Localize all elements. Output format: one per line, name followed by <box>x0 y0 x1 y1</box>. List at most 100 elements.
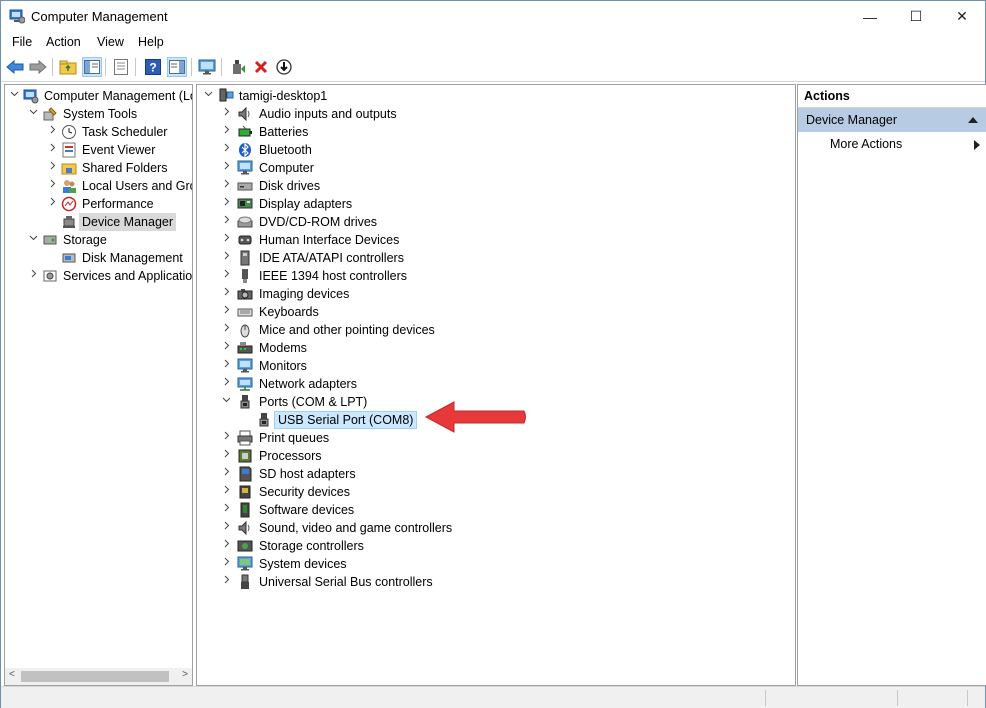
chevron-down-icon[interactable] <box>28 105 38 123</box>
chevron-right-icon[interactable] <box>221 519 231 537</box>
horizontal-scrollbar[interactable]: < > <box>5 668 192 685</box>
device-category-item[interactable]: IDE ATA/ATAPI controllers <box>197 249 795 267</box>
chevron-right-icon[interactable] <box>221 213 231 231</box>
chevron-right-icon[interactable] <box>221 555 231 573</box>
device-tree-root[interactable]: tamigi-desktop1 <box>197 87 795 105</box>
device-category-item[interactable]: DVD/CD-ROM drives <box>197 213 795 231</box>
chevron-down-icon[interactable] <box>221 393 231 411</box>
device-category-item[interactable]: IEEE 1394 host controllers <box>197 267 795 285</box>
back-arrow-icon[interactable] <box>5 57 25 77</box>
chevron-right-icon[interactable] <box>221 537 231 555</box>
chevron-right-icon[interactable] <box>221 321 231 339</box>
update-driver-icon[interactable] <box>228 57 248 77</box>
close-button[interactable]: ✕ <box>939 1 985 32</box>
device-category-item[interactable]: Batteries <box>197 123 795 141</box>
chevron-right-icon[interactable] <box>47 177 57 195</box>
collapse-up-icon[interactable] <box>968 117 978 123</box>
menu-help[interactable]: Help <box>136 35 166 49</box>
device-category-item[interactable]: Mice and other pointing devices <box>197 321 795 339</box>
device-category-item[interactable]: System devices <box>197 555 795 573</box>
chevron-right-icon[interactable] <box>47 141 57 159</box>
chevron-right-icon[interactable] <box>221 195 231 213</box>
chevron-right-icon[interactable] <box>221 447 231 465</box>
device-category-label: Sound, video and game controllers <box>259 521 453 535</box>
chevron-right-icon[interactable] <box>221 231 231 249</box>
device-category-item[interactable]: Modems <box>197 339 795 357</box>
console-tree-item[interactable]: Local Users and Groups <box>5 177 192 195</box>
device-category-item[interactable]: Security devices <box>197 483 795 501</box>
menu-action[interactable]: Action <box>44 35 83 49</box>
chevron-right-icon[interactable] <box>221 357 231 375</box>
console-tree-item-label: Performance <box>82 197 154 211</box>
console-tree-item[interactable]: Storage <box>5 231 192 249</box>
menu-view[interactable]: View <box>95 35 126 49</box>
device-category-item[interactable]: Display adapters <box>197 195 795 213</box>
properties-icon[interactable] <box>111 57 131 77</box>
chevron-right-icon[interactable] <box>47 195 57 213</box>
chevron-right-icon[interactable] <box>221 159 231 177</box>
device-category-item[interactable]: Universal Serial Bus controllers <box>197 573 795 591</box>
chevron-right-icon[interactable] <box>221 303 231 321</box>
device-category-item[interactable]: SD host adapters <box>197 465 795 483</box>
device-category-item[interactable]: Audio inputs and outputs <box>197 105 795 123</box>
chevron-right-icon[interactable] <box>47 159 57 177</box>
device-category-item[interactable]: Processors <box>197 447 795 465</box>
scroll-left-icon[interactable]: < <box>9 669 15 680</box>
console-tree-item[interactable]: Device Manager <box>5 213 192 231</box>
chevron-right-icon[interactable] <box>221 375 231 393</box>
menu-file[interactable]: File <box>10 35 34 49</box>
scrollbar-thumb[interactable] <box>21 671 169 682</box>
chevron-down-icon[interactable] <box>28 231 38 249</box>
chevron-right-icon[interactable] <box>47 123 57 141</box>
up-folder-icon[interactable] <box>58 57 78 77</box>
device-category-item[interactable]: Disk drives <box>197 177 795 195</box>
chevron-right-icon[interactable] <box>221 123 231 141</box>
console-tree-item[interactable]: Event Viewer <box>5 141 192 159</box>
device-category-item[interactable]: Keyboards <box>197 303 795 321</box>
chevron-right-icon[interactable] <box>28 267 38 285</box>
action-pane-icon[interactable] <box>167 57 187 77</box>
device-category-item[interactable]: Computer <box>197 159 795 177</box>
forward-arrow-icon[interactable] <box>28 57 48 77</box>
device-category-item[interactable]: Sound, video and game controllers <box>197 519 795 537</box>
chevron-right-icon[interactable] <box>221 501 231 519</box>
show-hide-tree-icon[interactable] <box>82 57 102 77</box>
console-tree-item[interactable]: Services and Applications <box>5 267 192 285</box>
help-icon[interactable]: ? <box>143 57 163 77</box>
device-category-item[interactable]: Imaging devices <box>197 285 795 303</box>
minimize-button[interactable]: — <box>847 1 893 32</box>
chevron-right-icon[interactable] <box>221 429 231 447</box>
device-category-item[interactable]: Storage controllers <box>197 537 795 555</box>
more-actions-item[interactable]: More Actions <box>798 133 986 155</box>
chevron-right-icon[interactable] <box>221 177 231 195</box>
disable-device-icon[interactable] <box>274 57 294 77</box>
chevron-right-icon[interactable] <box>221 573 231 591</box>
device-category-item[interactable]: Network adapters <box>197 375 795 393</box>
console-tree-item[interactable]: System Tools <box>5 105 192 123</box>
chevron-right-icon[interactable] <box>221 249 231 267</box>
uninstall-icon[interactable] <box>251 57 271 77</box>
chevron-right-icon[interactable] <box>221 285 231 303</box>
chevron-right-icon[interactable] <box>221 465 231 483</box>
device-category-item[interactable]: Monitors <box>197 357 795 375</box>
console-tree-item[interactable]: Computer Management (Local <box>5 87 192 105</box>
device-category-item[interactable]: Bluetooth <box>197 141 795 159</box>
console-tree-item[interactable]: Performance <box>5 195 192 213</box>
scroll-right-icon[interactable]: > <box>182 669 188 680</box>
device-category-item[interactable]: Human Interface Devices <box>197 231 795 249</box>
console-tree-item[interactable]: Task Scheduler <box>5 123 192 141</box>
actions-section-device-manager[interactable]: Device Manager <box>798 108 986 132</box>
chevron-down-icon[interactable] <box>9 87 19 105</box>
console-tree-item[interactable]: Shared Folders <box>5 159 192 177</box>
chevron-right-icon[interactable] <box>221 483 231 501</box>
chevron-right-icon[interactable] <box>221 267 231 285</box>
chevron-down-icon[interactable] <box>203 87 213 105</box>
chevron-right-icon[interactable] <box>221 339 231 357</box>
console-tree-item[interactable]: Disk Management <box>5 249 192 267</box>
device-category-item[interactable]: Software devices <box>197 501 795 519</box>
console-tree-item-label: System Tools <box>63 107 138 121</box>
monitor-icon[interactable] <box>197 57 217 77</box>
chevron-right-icon[interactable] <box>221 105 231 123</box>
maximize-button[interactable]: ☐ <box>893 1 939 32</box>
chevron-right-icon[interactable] <box>221 141 231 159</box>
